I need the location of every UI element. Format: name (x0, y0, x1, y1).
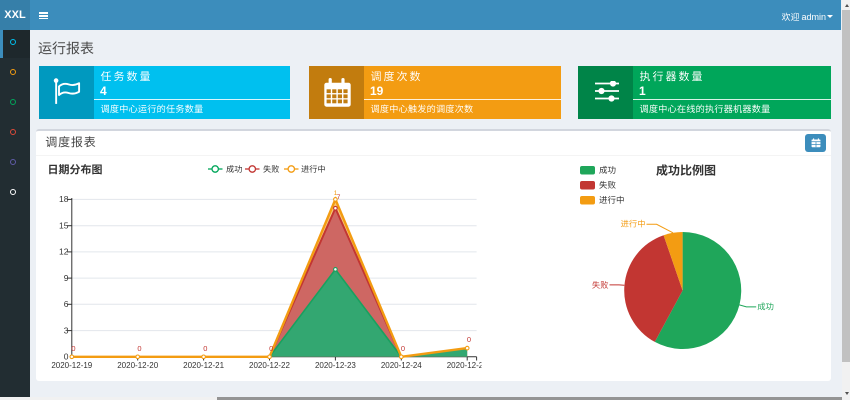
svg-text:1: 1 (334, 190, 338, 197)
svg-text:9: 9 (64, 273, 69, 283)
svg-text:0: 0 (269, 344, 273, 353)
svg-text:2020-12-19: 2020-12-19 (51, 361, 92, 370)
svg-text:2020-12-22: 2020-12-22 (249, 361, 290, 370)
svg-text:0: 0 (137, 344, 141, 353)
svg-text:6: 6 (64, 299, 69, 309)
svg-text:0: 0 (203, 344, 207, 353)
svg-text:15: 15 (59, 220, 69, 230)
svg-text:0: 0 (401, 344, 405, 353)
svg-text:2020-12-24: 2020-12-24 (381, 361, 422, 370)
svg-text:18: 18 (59, 194, 69, 204)
svg-text:12: 12 (59, 247, 69, 257)
svg-text:2020-12-21: 2020-12-21 (183, 361, 224, 370)
svg-text:0: 0 (64, 352, 69, 362)
svg-text:2020-12-23: 2020-12-23 (315, 361, 356, 370)
svg-text:3: 3 (64, 325, 69, 335)
svg-text:0: 0 (467, 335, 471, 344)
svg-text:2020-12-20: 2020-12-20 (117, 361, 158, 370)
svg-text:0: 0 (71, 344, 75, 353)
